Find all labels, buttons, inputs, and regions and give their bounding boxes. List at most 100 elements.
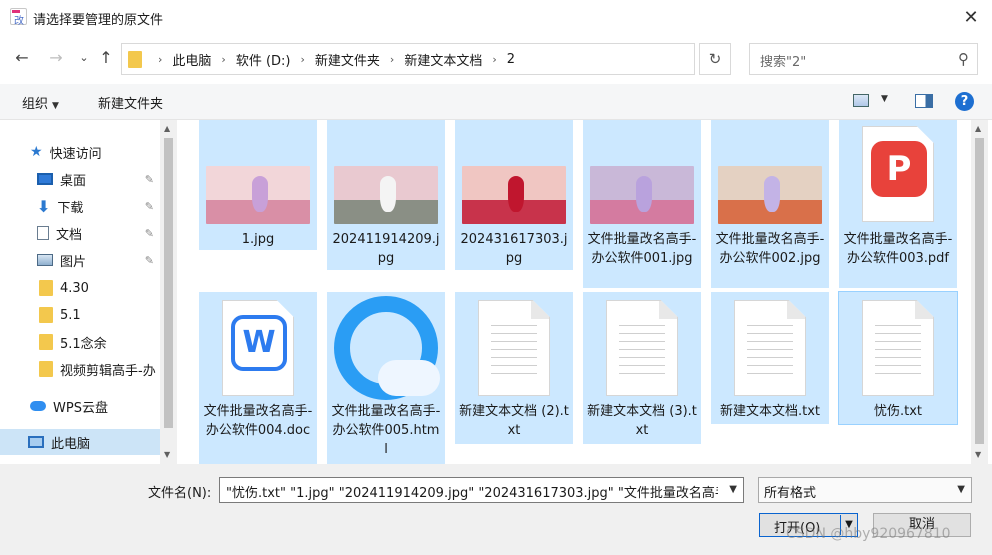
file-item-1-jpg[interactable]: 1.jpg: [199, 120, 317, 250]
sidebar-item-wps-cloud[interactable]: WPS云盘: [0, 393, 160, 419]
file-name: 文件批量改名高手-办公软件003.pdf: [843, 232, 953, 266]
file-name: 文件批量改名高手-办公软件001.jpg: [587, 232, 697, 266]
text-line: [491, 333, 537, 334]
file-item-new-text-txt[interactable]: 新建文本文档.txt: [711, 292, 829, 424]
text-line: [491, 357, 537, 358]
file-item-new-text-2-txt[interactable]: 新建文本文档 (2).txt: [455, 292, 573, 444]
sidebar-item-folder-430[interactable]: 4.30: [0, 275, 160, 301]
text-line: [619, 349, 665, 350]
text-line: [875, 365, 921, 366]
text-line: [747, 325, 793, 326]
recent-locations-button[interactable]: ⌄: [72, 46, 96, 70]
file-name: 文件批量改名高手-办公软件004.doc: [203, 404, 313, 438]
breadcrumb-separator: ›: [221, 52, 226, 66]
file-name: 新建文本文档.txt: [719, 404, 821, 419]
image-thumbnail: [590, 166, 694, 224]
breadcrumb: › 此电脑 › 软件 (D:) › 新建文件夹 › 新建文本文档 › 2: [148, 44, 515, 74]
text-file-icon: [478, 300, 550, 396]
scroll-up-icon[interactable]: ▲: [975, 124, 981, 133]
folder-icon: [39, 280, 53, 296]
sidebar-scrollbar[interactable]: ▲ ▼: [160, 120, 177, 464]
scrollbar-thumb[interactable]: [975, 138, 984, 444]
text-line: [491, 373, 537, 374]
search-input[interactable]: 搜索"2" ⚲: [749, 43, 978, 75]
scrollbar-thumb[interactable]: [164, 138, 173, 428]
window-title: 请选择要管理的原文件: [33, 13, 164, 28]
pin-icon[interactable]: ✎: [145, 254, 154, 267]
text-line: [875, 333, 921, 334]
view-options-icon[interactable]: [853, 94, 869, 107]
text-file-icon: [606, 300, 678, 396]
text-line: [491, 349, 537, 350]
sidebar-item-downloads[interactable]: ⬇ 下载 ✎: [0, 193, 160, 219]
sidebar-item-label: WPS云盘: [53, 400, 108, 416]
desktop-icon: [37, 173, 53, 185]
file-item-rename-003-pdf[interactable]: P 文件批量改名高手-办公软件003.pdf: [839, 120, 957, 288]
refresh-button[interactable]: ↻: [699, 43, 731, 75]
chevron-down-icon[interactable]: ▼: [729, 484, 737, 495]
text-line: [747, 349, 793, 350]
file-name: 忧伤.txt: [873, 404, 923, 419]
text-line: [619, 341, 665, 342]
filename-input[interactable]: "忧伤.txt" "1.jpg" "202411914209.jpg" "202…: [226, 482, 718, 501]
address-bar[interactable]: › 此电脑 › 软件 (D:) › 新建文件夹 › 新建文本文档 › 2: [121, 43, 695, 75]
file-item-new-text-3-txt[interactable]: 新建文本文档 (3).txt: [583, 292, 701, 444]
breadcrumb-item[interactable]: 2: [507, 52, 515, 67]
sidebar-item-documents[interactable]: 文档 ✎: [0, 220, 160, 246]
sidebar-item-this-pc[interactable]: 此电脑: [0, 429, 160, 455]
sidebar-item-pictures[interactable]: 图片 ✎: [0, 247, 160, 273]
sidebar-item-label: 视频剪辑高手-办: [60, 363, 156, 379]
chevron-down-icon[interactable]: ▼: [957, 484, 965, 495]
folder-icon: [39, 361, 53, 377]
sidebar-item-folder-51[interactable]: 5.1: [0, 302, 160, 328]
help-icon[interactable]: ?: [955, 92, 974, 111]
new-folder-button[interactable]: 新建文件夹: [98, 93, 163, 112]
thumbnail-figure: [507, 176, 524, 213]
breadcrumb-item[interactable]: 新建文本文档: [404, 50, 482, 69]
file-item-youshang-txt[interactable]: 忧伤.txt: [838, 291, 958, 425]
sidebar-item-folder-51-nianyu[interactable]: 5.1念余: [0, 329, 160, 355]
sidebar-item-desktop[interactable]: 桌面 ✎: [0, 166, 160, 192]
breadcrumb-separator: ›: [492, 52, 497, 66]
sidebar-item-label: 4.30: [60, 280, 89, 296]
file-name: 新建文本文档 (3).txt: [587, 404, 697, 438]
forward-button[interactable]: →: [44, 46, 68, 70]
pin-icon[interactable]: ✎: [145, 227, 154, 240]
pictures-icon: [37, 254, 53, 266]
text-line: [747, 341, 793, 342]
file-grid-scrollbar[interactable]: ▲ ▼: [971, 120, 988, 464]
breadcrumb-separator: ›: [389, 52, 395, 66]
file-item-rename-005-html[interactable]: 文件批量改名高手-办公软件005.html: [327, 292, 445, 464]
pin-icon[interactable]: ✎: [145, 173, 154, 186]
breadcrumb-item[interactable]: 新建文件夹: [315, 50, 380, 69]
organize-button[interactable]: 组织 ▼: [22, 93, 59, 112]
text-line: [875, 373, 921, 374]
search-icon: ⚲: [958, 50, 969, 68]
pdf-file-icon: P: [862, 126, 934, 222]
chevron-down-icon[interactable]: ▼: [881, 94, 888, 104]
file-item-202431617303-jpg[interactable]: 202431617303.jpg: [455, 120, 573, 270]
scroll-down-icon[interactable]: ▼: [164, 450, 170, 459]
sidebar-item-label: 此电脑: [51, 436, 91, 452]
back-button[interactable]: ←: [10, 46, 34, 70]
sidebar-item-label: 文档: [56, 227, 83, 243]
file-item-rename-004-doc[interactable]: W 文件批量改名高手-办公软件004.doc: [199, 292, 317, 464]
breadcrumb-item[interactable]: 软件 (D:): [236, 50, 291, 69]
pin-icon[interactable]: ✎: [145, 200, 154, 213]
file-item-rename-001-jpg[interactable]: 文件批量改名高手-办公软件001.jpg: [583, 120, 701, 288]
text-line: [747, 365, 793, 366]
file-type-filter[interactable]: 所有格式 ▼: [758, 477, 972, 503]
close-icon[interactable]: ✕: [956, 4, 986, 32]
file-item-202411914209-jpg[interactable]: 202411914209.jpg: [327, 120, 445, 270]
navigation-pane: ★ 快速访问 桌面 ✎ ⬇ 下载 ✎ 文档 ✎ 图片 ✎ 4.30 5.1 5.…: [0, 120, 178, 464]
file-item-rename-002-jpg[interactable]: 文件批量改名高手-办公软件002.jpg: [711, 120, 829, 288]
sidebar-item-quick-access[interactable]: ★ 快速访问: [0, 139, 160, 165]
filename-combobox[interactable]: "忧伤.txt" "1.jpg" "202411914209.jpg" "202…: [219, 477, 744, 503]
scroll-up-icon[interactable]: ▲: [164, 124, 170, 133]
breadcrumb-item[interactable]: 此电脑: [172, 50, 211, 69]
scroll-down-icon[interactable]: ▼: [975, 450, 981, 459]
up-button[interactable]: ↑: [94, 46, 118, 70]
breadcrumb-separator: ›: [300, 52, 305, 66]
preview-pane-icon[interactable]: [915, 94, 933, 108]
sidebar-item-folder-video[interactable]: 视频剪辑高手-办: [0, 356, 160, 382]
